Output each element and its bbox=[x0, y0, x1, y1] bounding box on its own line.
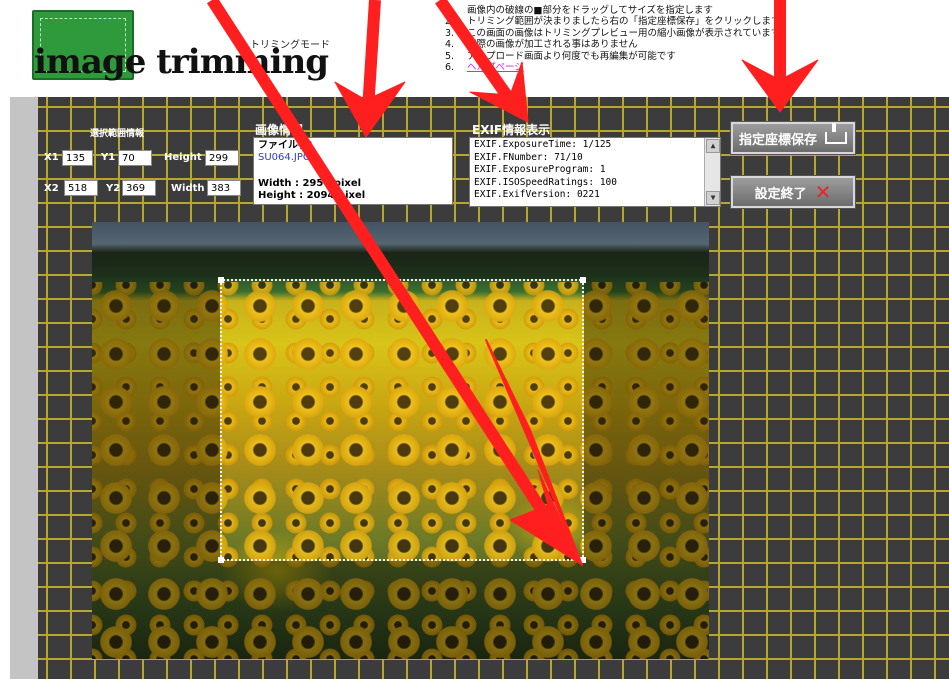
crop-handle-top-right[interactable] bbox=[580, 277, 586, 283]
exif-line: EXIF.ExifVersion: 0221 bbox=[474, 189, 600, 201]
image-width: Width : 2950 pixel bbox=[258, 178, 362, 189]
width-label: Width bbox=[171, 183, 205, 194]
x1-label: X1 bbox=[44, 152, 59, 163]
sunflower-photo bbox=[92, 222, 709, 659]
selection-info-title: 選択範囲情報 bbox=[90, 129, 145, 139]
y2-field[interactable]: 369 bbox=[122, 180, 156, 196]
instruction-number: 5. bbox=[445, 50, 455, 62]
instruction-item: 6. ヘルプページ bbox=[445, 62, 855, 73]
crop-mask-top bbox=[220, 222, 584, 279]
mode-label: トリミングモード bbox=[250, 40, 330, 51]
height-field[interactable]: 299 bbox=[205, 150, 239, 166]
instruction-item: 2. トリミング範囲が決まりましたら右の「指定座標保存」をクリックします bbox=[445, 16, 855, 27]
instruction-item: 5. アップロード画面より何度でも再編集が可能です bbox=[445, 51, 855, 62]
instruction-item: 1. 画像内の破線の■部分をドラッグしてサイズを指定します bbox=[445, 5, 855, 16]
file-name-value: SU064.JPG bbox=[258, 152, 311, 163]
exif-title: EXIF情報表示 bbox=[472, 123, 551, 137]
logo: image trimming bbox=[30, 8, 329, 88]
instruction-item: 4. 実際の画像が加工される事はありません bbox=[445, 39, 855, 50]
height-label: Height bbox=[164, 152, 202, 163]
tray-download-icon bbox=[825, 123, 847, 144]
instruction-text: 画像内の破線の■部分をドラッグしてサイズを指定します bbox=[467, 5, 713, 16]
instruction-text: アップロード画面より何度でも再編集が可能です bbox=[467, 50, 676, 62]
image-info-box: ファイル名： SU064.JPG Width : 2950 pixel Heig… bbox=[253, 137, 453, 205]
instruction-number: 4. bbox=[445, 39, 455, 51]
instruction-text: この画面の画像はトリミングプレビュー用の縮小画像が表示されています bbox=[467, 27, 781, 39]
crop-mask-bottom bbox=[220, 561, 584, 659]
crop-handle-bottom-right[interactable] bbox=[580, 557, 586, 563]
scroll-down-icon[interactable]: ▼ bbox=[706, 191, 720, 205]
y1-field[interactable]: 70 bbox=[118, 150, 152, 166]
save-coordinates-button[interactable]: 指定座標保存 bbox=[731, 122, 855, 154]
x2-label: X2 bbox=[44, 183, 59, 194]
crop-mask-left bbox=[92, 222, 220, 659]
exif-line: EXIF.ExposureProgram: 1 bbox=[474, 164, 606, 176]
instruction-item: 3. この画面の画像はトリミングプレビュー用の縮小画像が表示されています bbox=[445, 28, 855, 39]
exif-line: EXIF.FNumber: 71/10 bbox=[474, 151, 583, 163]
crop-mask-right bbox=[584, 222, 709, 659]
arrow-image-info-shaft bbox=[362, 0, 381, 111]
instruction-list: 1. 画像内の破線の■部分をドラッグしてサイズを指定します 2. トリミング範囲が決… bbox=[445, 5, 855, 73]
instruction-number: 1. bbox=[445, 5, 455, 16]
exif-line: EXIF.ExposureTime: 1/125 bbox=[474, 139, 612, 150]
exif-scrollbar[interactable]: ▲ ▼ bbox=[704, 138, 720, 206]
help-link[interactable]: ヘルプページ bbox=[467, 62, 524, 73]
crop-handle-bottom-left[interactable] bbox=[218, 557, 224, 563]
scroll-up-icon[interactable]: ▲ bbox=[706, 139, 720, 153]
x2-field[interactable]: 518 bbox=[64, 180, 98, 196]
x1-field[interactable]: 135 bbox=[62, 150, 93, 166]
save-coordinates-label: 指定座標保存 bbox=[738, 132, 817, 148]
finish-settings-label: 設定終了 bbox=[754, 186, 807, 202]
y2-label: Y2 bbox=[106, 183, 121, 194]
instruction-text: 実際の画像が加工される事はありません bbox=[467, 39, 638, 51]
close-x-icon: ✕ bbox=[814, 180, 832, 204]
width-field[interactable]: 383 bbox=[207, 180, 241, 196]
exif-listbox[interactable]: EXIF.ExposureTime: 1/125 EXIF.FNumber: 7… bbox=[469, 137, 721, 207]
crop-handle-top-left[interactable] bbox=[218, 277, 224, 283]
image-height: Height : 2094 pixel bbox=[258, 190, 366, 201]
exif-line: EXIF.ISOSpeedRatings: 100 bbox=[474, 176, 617, 188]
y1-label: Y1 bbox=[101, 152, 116, 163]
instruction-number: 2. bbox=[445, 16, 455, 28]
instruction-number: 3. bbox=[445, 27, 455, 39]
file-name-label: ファイル名： bbox=[258, 140, 318, 151]
instruction-text: トリミング範囲が決まりましたら右の「指定座標保存」をクリックします bbox=[467, 16, 781, 28]
instruction-number: 6. bbox=[445, 62, 455, 74]
image-info-title: 画像情報 bbox=[255, 123, 304, 137]
crop-selection-box[interactable] bbox=[218, 277, 586, 563]
finish-settings-button[interactable]: 設定終了 ✕ bbox=[731, 176, 855, 208]
